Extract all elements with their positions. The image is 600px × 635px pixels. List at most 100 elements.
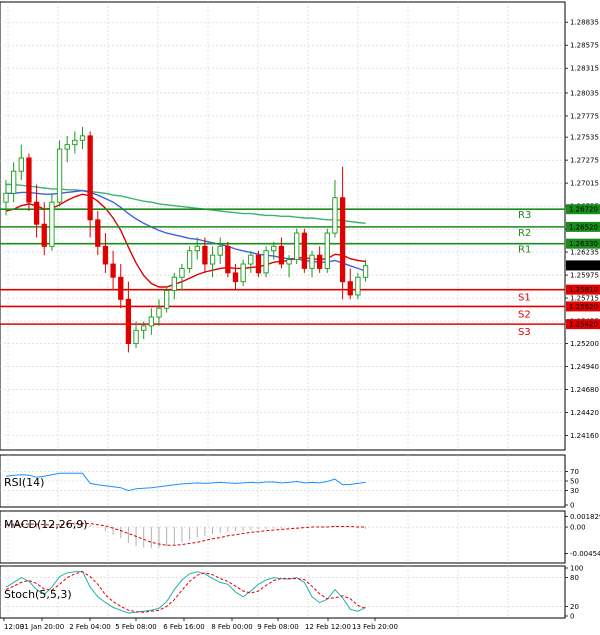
price-tick-label: 1.24160 [570,432,599,440]
level-value-label: 1.25620 [569,303,598,311]
candle-up [18,157,24,172]
stoch-tick-label: 80 [570,574,579,582]
price-tick-label: 1.25975 [570,272,599,280]
price-tick-label: 1.28835 [570,19,599,27]
candle-down [41,223,47,247]
candle-up [362,265,369,278]
candle-up [3,192,9,203]
price-tick-label: 1.25715 [570,295,599,303]
macd-axis: 0.001829 0.00 -0.004542 [565,513,600,558]
candle-up [141,325,147,331]
current-price-label: 1.26084 [569,262,598,270]
rsi-tick-label: 30 [570,487,579,495]
candle-down [317,254,323,269]
price-tick-label: 1.25200 [570,340,599,348]
candle-down [347,281,353,296]
candle-down [118,276,124,300]
level-name-r1: R1 [518,245,531,256]
candle-down [95,219,101,247]
candle-down [278,245,285,265]
stoch-panel: Stoch(5,5,3) 10080 20 0 [0,565,583,621]
candle-up [171,276,177,291]
stoch-tick-label: 100 [570,565,583,573]
candle-down [255,254,262,274]
price-tick-label: 1.26235 [570,249,599,257]
candle-up [217,245,223,256]
level-value-label: 1.26330 [569,240,598,248]
macd-tick-label: -0.004542 [570,550,600,558]
level-name-r3: R3 [518,210,531,221]
price-tick-label: 1.24680 [570,386,599,394]
level-value-label: 1.25420 [569,321,598,329]
candle-down [202,245,208,265]
candle-down [26,157,32,203]
price-tick-label: 1.28035 [570,89,599,97]
stoch-panel-frame [0,565,566,619]
main-panel-frame [0,1,566,451]
rsi-tick-label: 70 [570,468,579,476]
rsi-axis: 70 5030 0 [565,468,579,510]
time-tick-label: 2 Feb 04:00 [69,623,110,631]
time-tick-label: 8 Feb 00:00 [211,623,252,631]
time-tick-label: 9 Feb 08:00 [257,623,298,631]
level-name-r2: R2 [518,228,531,239]
candle-up [294,232,300,261]
candle-up [194,245,200,252]
candle-up [64,144,70,150]
candle-up [248,254,254,265]
candle-up [286,259,292,265]
level-name-s2: S2 [518,309,531,320]
level-value-label: 1.26720 [569,206,598,214]
time-tick-label: 31 Jan 20:00 [20,623,64,631]
candle-up [355,276,361,296]
level-value-label: 1.25810 [569,286,598,294]
level-name-s3: S3 [518,327,531,338]
candle-down [102,245,109,265]
price-tick-label: 1.27535 [570,134,599,142]
candle-up [72,139,78,146]
time-tick-label: 12 Feb 12:00 [305,623,351,631]
price-tick-label: 1.28575 [570,42,599,50]
stoch-tick-label: 0 [570,613,574,621]
candle-up [179,267,185,278]
candle-up [10,170,17,194]
rsi-panel: RSI(14) 70 5030 0 [0,454,579,510]
time-tick-label: 5 Feb 08:00 [115,623,156,631]
forex-chart: R3 R2 R1 S1 S2 S3 1.28835 1.28575 1.28315 1.2803… [0,1,600,631]
level-value-label: 1.26520 [569,223,598,231]
candle-down [125,298,132,345]
candle-down [301,232,307,269]
price-tick-label: 1.27775 [570,112,599,120]
stoch-axis: 10080 20 0 [565,565,583,621]
macd-tick-label: 0.001829 [570,513,600,521]
main-price-panel: R3 R2 R1 S1 S2 S3 1.28835 1.28575 1.28315 1.2803… [0,1,600,451]
macd-label: MACD(12,26,9) [4,518,88,531]
candle-up [309,254,315,269]
price-tick-label: 1.28315 [570,65,599,73]
candle-down [339,197,346,283]
candle-up [271,245,277,252]
candle-up [133,329,139,345]
candle-up [186,250,193,269]
candle-up [240,263,246,283]
rsi-tick-label: 50 [570,478,579,486]
price-tick-label: 1.24940 [570,363,599,371]
level-name-s1: S1 [518,293,531,304]
candle-up [324,232,330,269]
candle-down [33,201,40,225]
candle-down [225,245,231,274]
stoch-label: Stoch(5,5,3) [4,588,72,601]
rsi-tick-label: 0 [570,502,574,510]
price-tick-label: 1.27015 [570,180,599,188]
price-tick-label: 1.27275 [570,157,599,165]
time-tick-label: 6 Feb 16:00 [163,623,204,631]
candle-up [56,148,63,203]
candle-up [332,197,338,234]
candle-up [148,316,154,327]
candle-up [156,307,162,318]
time-tick-label: 13 Feb 20:00 [352,623,398,631]
price-axis: 1.28835 1.28575 1.28315 1.28035 1.27775 1.275… [565,19,600,440]
candle-up [209,254,216,265]
candle-down [232,272,239,283]
stoch-tick-label: 20 [570,603,579,611]
